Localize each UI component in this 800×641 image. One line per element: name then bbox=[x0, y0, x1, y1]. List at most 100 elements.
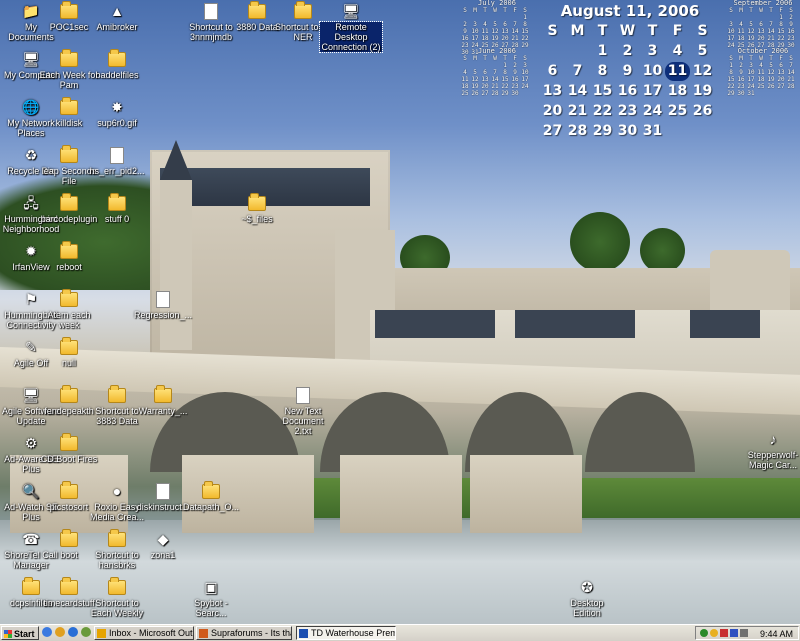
calendar-day: 25 bbox=[667, 103, 688, 119]
desktop-icon[interactable]: ns_err_pid2... bbox=[86, 146, 148, 176]
application-icon: ♪ bbox=[769, 431, 777, 447]
wallpaper-tower bbox=[160, 180, 192, 350]
calendar-day: 17 bbox=[642, 83, 663, 99]
wallpaper-bridge-pier bbox=[340, 455, 462, 533]
folder-icon bbox=[60, 1, 78, 19]
desktop-icon[interactable]: ✪ Desktop Edition bbox=[556, 578, 618, 618]
desktop-icon[interactable]: baddelfiles bbox=[86, 49, 148, 80]
wallpaper-roof bbox=[690, 310, 760, 338]
document-icon bbox=[156, 291, 170, 308]
folder-icon bbox=[60, 337, 78, 355]
application-icon: 🖥 bbox=[342, 3, 360, 19]
desktop-icon-label: Datapath_O... bbox=[182, 502, 240, 512]
desktop-icon[interactable]: New Text Document 2.txt bbox=[272, 386, 334, 436]
desktop-icon[interactable]: ✸ sup6r0.gif bbox=[86, 98, 148, 128]
mini-calendar-weekdays: SMTWTFS bbox=[463, 7, 527, 14]
calendar-day: 9 bbox=[622, 63, 633, 79]
taskbar-button[interactable]: Inbox - Microsoft Outlook bbox=[94, 626, 194, 640]
desktop-icon-label: sup6r0.gif bbox=[97, 118, 137, 128]
tray-alert-icon[interactable] bbox=[710, 629, 718, 637]
application-icon: ✸ bbox=[111, 99, 123, 115]
calendar-day: 15 bbox=[592, 83, 613, 99]
calendar-weekday: T bbox=[597, 23, 608, 39]
folder-icon bbox=[60, 577, 78, 595]
calendar-grid: S M T W T F S 1 2 3 4 5 6 7 8 9 10 11 12 13 14 15 16 17 18 19 20 21… bbox=[540, 22, 720, 141]
calendar-weekday: W bbox=[619, 23, 636, 39]
folder-icon bbox=[60, 433, 78, 451]
folder-icon bbox=[248, 1, 266, 19]
calendar-day: 30 bbox=[617, 123, 638, 139]
desktop-icon[interactable]: ▣ Spybot - Searc... bbox=[180, 578, 242, 618]
mini-calendar-weekdays: SMTWTFS bbox=[729, 7, 793, 14]
calendar-day: 4 bbox=[672, 43, 683, 59]
desktop-icon[interactable]: Shortcut to Each Weekly bbox=[86, 577, 148, 618]
folder-icon bbox=[60, 481, 78, 499]
desktop-icon-label: ns_err_pid2... bbox=[89, 166, 145, 176]
calendar-day: 8 bbox=[597, 63, 608, 79]
calendar-day: 22 bbox=[592, 103, 613, 119]
desktop-icon[interactable]: stuff 0 bbox=[86, 193, 148, 224]
desktop-icon[interactable]: ◆ zona1 bbox=[132, 530, 194, 560]
calendar-blank bbox=[565, 42, 590, 61]
taskbar-button-label: Inbox - Microsoft Outlook bbox=[109, 628, 193, 638]
document-icon bbox=[204, 3, 218, 20]
taskbar: Start Inbox - Microsoft Outlook Supraforu… bbox=[0, 624, 800, 641]
calendar-weekday: S bbox=[547, 23, 558, 39]
folder-icon bbox=[60, 385, 78, 403]
folder-icon bbox=[60, 289, 78, 307]
taskbar-button[interactable]: Supraforums - Its that ti... bbox=[196, 626, 292, 640]
taskbar-button[interactable]: TD Waterhouse Premier/... bbox=[296, 626, 396, 640]
desktop-icon[interactable]: null bbox=[38, 337, 100, 368]
calendar-day: 20 bbox=[542, 103, 563, 119]
desktop-icon-label: ~$_files bbox=[241, 214, 273, 224]
desktop-icon-label: Amibroker bbox=[96, 22, 138, 32]
calendar-day: 29 bbox=[592, 123, 613, 139]
calendar-day: 12 bbox=[692, 63, 713, 79]
desktop-icon[interactable]: Regression_... bbox=[132, 290, 194, 320]
desktop-icon-label: Remote Desktop Connection (2) bbox=[319, 21, 383, 53]
desktop-icon[interactable]: CD Boot Fires bbox=[38, 433, 100, 464]
tray-antivirus-icon[interactable] bbox=[720, 629, 728, 637]
wallpaper-tower-roof bbox=[160, 140, 192, 180]
calendar-today: 11 bbox=[665, 62, 690, 81]
internet-explorer-icon[interactable] bbox=[68, 627, 78, 637]
desktop-icon[interactable]: reboot bbox=[38, 241, 100, 272]
desktop-icon[interactable]: Warranty_... bbox=[132, 385, 194, 416]
desktop-icon-label: Stepperwolf-Magic Car... bbox=[747, 450, 799, 470]
calendar-day: 1 bbox=[597, 43, 608, 59]
show-desktop-icon[interactable] bbox=[42, 627, 52, 637]
calendar-weekday: S bbox=[697, 23, 708, 39]
tray-network-icon[interactable] bbox=[700, 629, 708, 637]
mini-calendar: June 2006 S M T W T F S 1 2 3 4 5 6 7 8 9 10 11 12 13 14 15 16 1… bbox=[460, 48, 534, 98]
desktop-icon-label: Warranty_... bbox=[138, 406, 188, 416]
mini-calendar: October 2006 S M T W T F S 1 2 3 4 5 6 7 8 9 10 11 12 13 14 15… bbox=[726, 48, 800, 98]
desktop-icon[interactable]: ▲ Amibroker bbox=[86, 2, 148, 32]
calendar-day: 18 bbox=[667, 83, 688, 99]
calendar-day: 27 bbox=[542, 123, 563, 139]
calendar-blank bbox=[540, 42, 565, 61]
calendar-day: 21 bbox=[567, 103, 588, 119]
tray-app-icon[interactable] bbox=[730, 629, 738, 637]
desktop-icon-label: boot bbox=[60, 550, 78, 560]
desktop-icon[interactable]: 🖥 Remote Desktop Connection (2) bbox=[319, 2, 383, 53]
desktop-icon[interactable]: ♪ Stepperwolf-Magic Car... bbox=[742, 430, 800, 470]
mini-calendar-days: 1 2 3 4 5 6 7 8 9 10 11 12 13 14 15 16 17 18 19 20 21 22 23 24 2… bbox=[461, 62, 529, 97]
start-button[interactable]: Start bbox=[1, 626, 39, 640]
outlook-icon[interactable] bbox=[55, 627, 65, 637]
document-icon bbox=[296, 387, 310, 404]
desktop-icon[interactable]: Atem each week bbox=[38, 289, 100, 330]
desktop-icon[interactable]: ~$_files bbox=[226, 193, 288, 224]
folder-icon bbox=[154, 385, 172, 403]
tray-speaker-icon[interactable] bbox=[740, 629, 748, 637]
folder-icon bbox=[60, 529, 78, 547]
wallpaper-tree bbox=[640, 228, 685, 273]
calendar-day: 2 bbox=[622, 43, 633, 59]
folder-icon bbox=[108, 49, 126, 67]
folder-icon bbox=[60, 241, 78, 259]
quicklaunch-icon[interactable] bbox=[81, 627, 91, 637]
calendar-day: 24 bbox=[642, 103, 663, 119]
calendar-day: 6 bbox=[547, 63, 558, 79]
desktop-icon[interactable]: Datapath_O... bbox=[180, 481, 242, 512]
desktop-icon-label: killdisk bbox=[55, 118, 83, 128]
clock[interactable]: 9:44 AM bbox=[760, 628, 793, 640]
